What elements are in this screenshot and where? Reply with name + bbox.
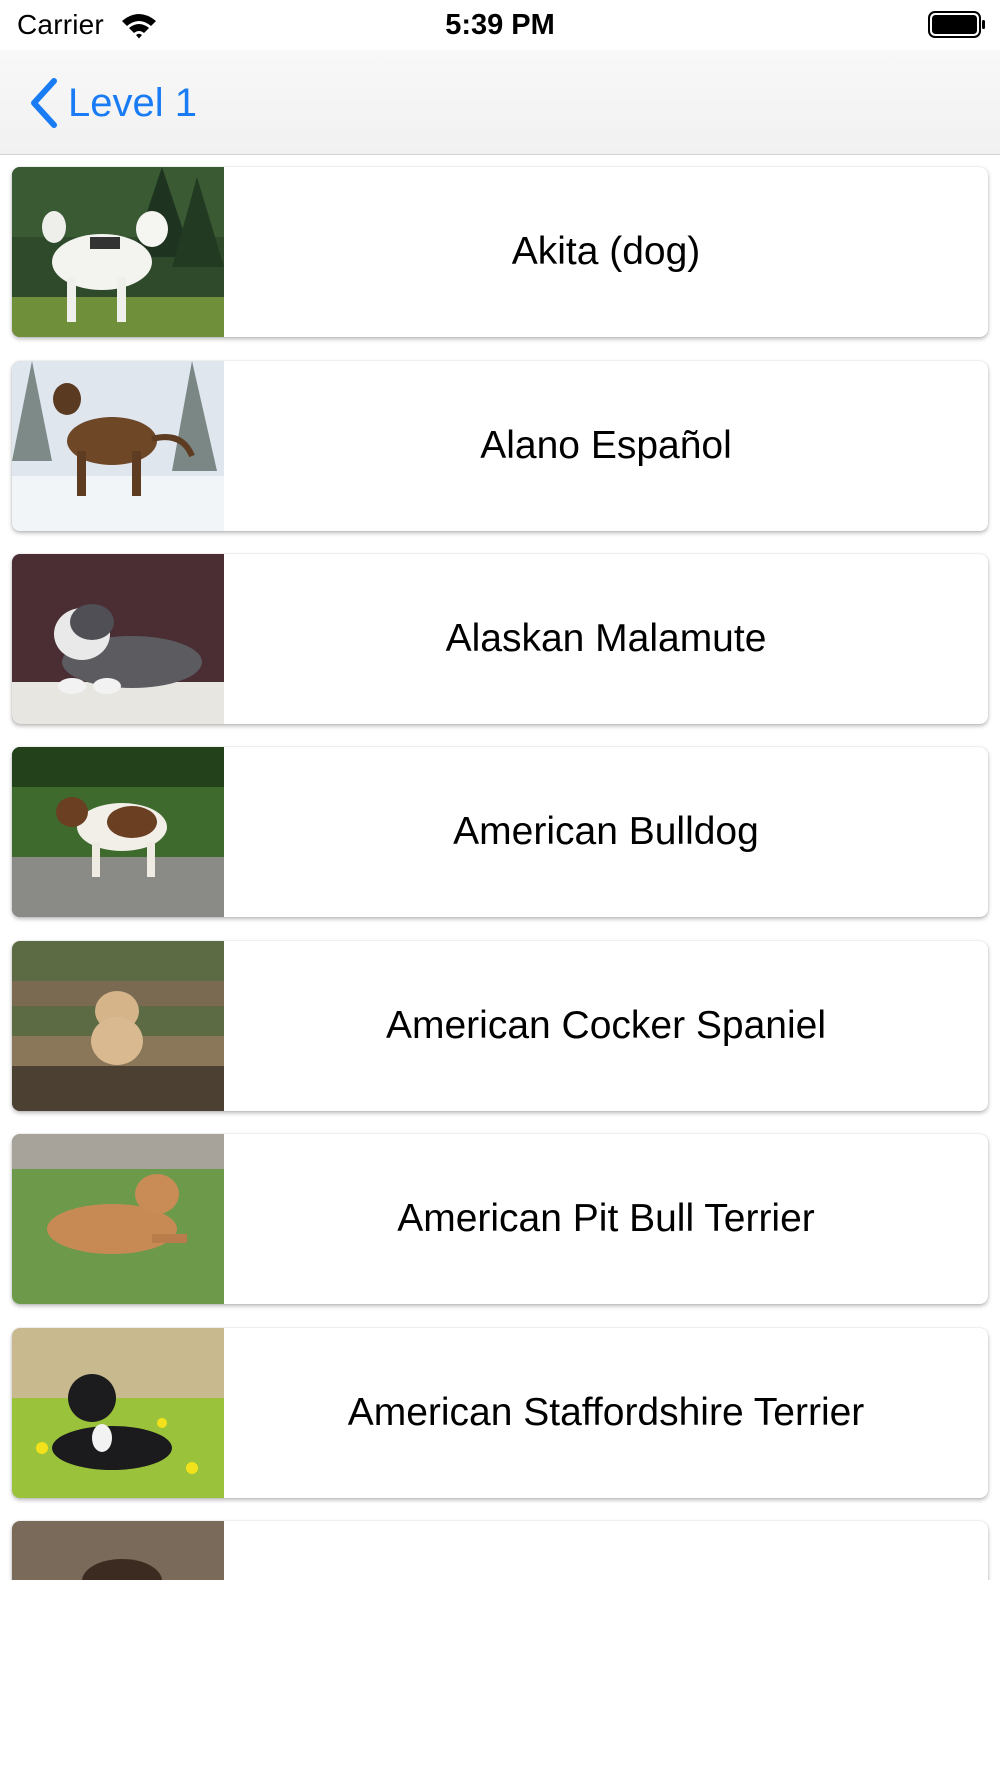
breed-list[interactable]: Akita (dog) Alano Español Alaskan Malamu…: [0, 156, 1000, 1580]
american-bulldog-photo: [12, 747, 224, 917]
navigation-bar: Level 1: [0, 50, 1000, 155]
alano-espanol-photo: [12, 361, 224, 531]
back-button-label: Level 1: [68, 80, 197, 125]
american-cocker-spaniel-photo: [12, 941, 224, 1111]
list-item[interactable]: Alaskan Malamute: [12, 554, 988, 724]
status-bar: Carrier 5:39 PM: [0, 0, 1000, 50]
breed-name: Alaskan Malamute: [445, 617, 767, 660]
chevron-left-icon: [31, 78, 57, 128]
breed-name: Alano Español: [480, 424, 732, 467]
american-staffordshire-terrier-photo: [12, 1328, 224, 1498]
alaskan-malamute-photo: [12, 554, 224, 724]
list-item[interactable]: [12, 1521, 988, 1580]
breed-name: American Cocker Spaniel: [385, 1004, 827, 1047]
list-item[interactable]: American Cocker Spaniel: [12, 941, 988, 1111]
list-item[interactable]: American Pit Bull Terrier: [12, 1134, 988, 1304]
breed-name: American Staffordshire Terrier: [347, 1391, 865, 1434]
breed-name: [224, 1521, 988, 1580]
breed-name: American Bulldog: [453, 810, 759, 853]
american-pit-bull-terrier-photo: [12, 1134, 224, 1304]
list-item[interactable]: American Staffordshire Terrier: [12, 1328, 988, 1498]
status-time: 5:39 PM: [445, 9, 555, 41]
dog-photo: [12, 1521, 224, 1580]
list-item[interactable]: American Bulldog: [12, 747, 988, 917]
back-button[interactable]: Level 1: [28, 74, 197, 132]
akita-photo: [12, 167, 224, 337]
breed-name: American Pit Bull Terrier: [397, 1197, 815, 1240]
battery-icon: [928, 11, 985, 38]
list-item[interactable]: Akita (dog): [12, 167, 988, 337]
breed-name: Akita (dog): [511, 230, 701, 273]
list-item[interactable]: Alano Español: [12, 361, 988, 531]
